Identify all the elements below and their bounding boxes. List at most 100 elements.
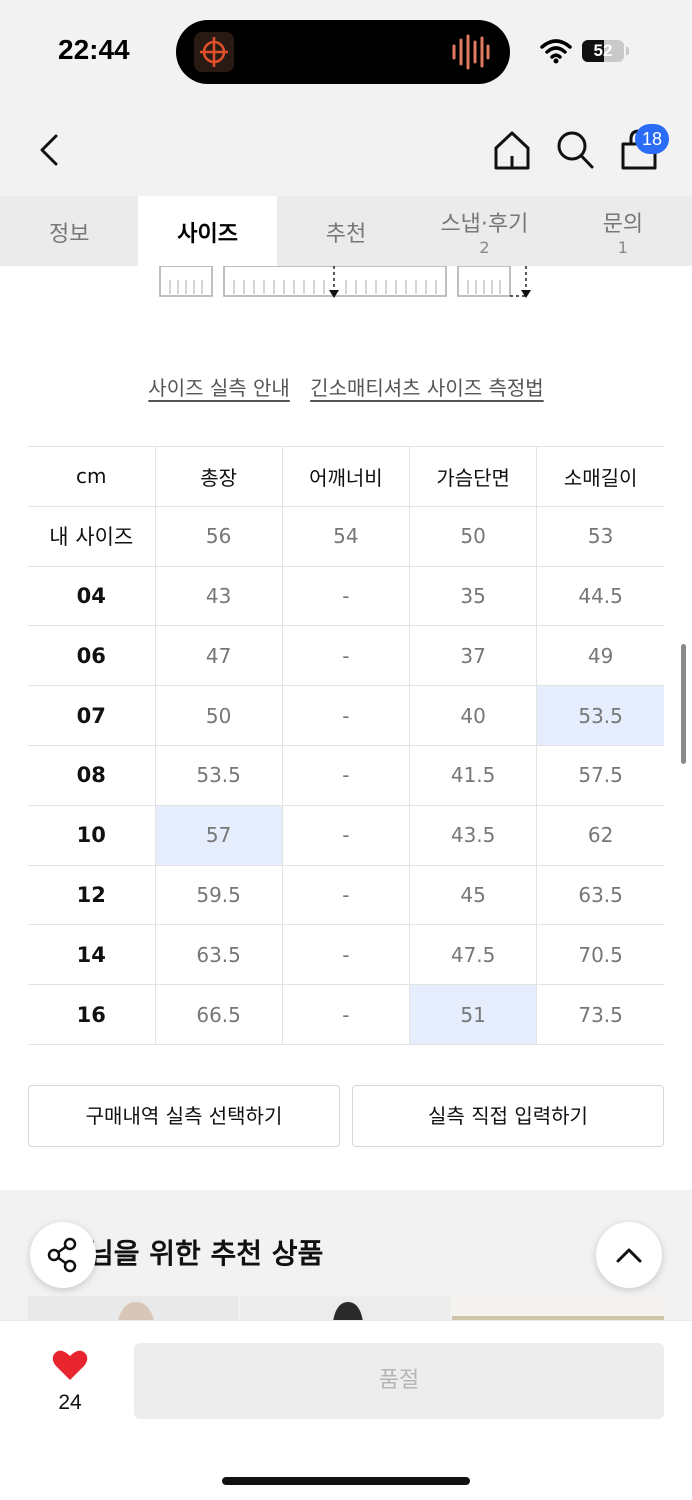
- tab-label: 정보: [48, 222, 90, 247]
- top-navigation: [0, 100, 692, 196]
- tab-inquiry[interactable]: 문의 1: [554, 196, 692, 266]
- table-row: 14 63.5 - 47.5 70.5: [28, 924, 664, 986]
- back-button[interactable]: [30, 128, 70, 172]
- recommendation-section: 님을 위한 추천 상품: [0, 1190, 692, 1330]
- table-cell: 73.5: [536, 984, 664, 1045]
- measurement-diagram: [0, 265, 692, 306]
- row-label: 10: [28, 804, 155, 866]
- long-sleeve-measure-method-link[interactable]: 긴소매티셔츠 사이즈 측정법: [310, 376, 544, 400]
- tab-count: 2: [479, 238, 490, 257]
- battery-icon: 52: [582, 40, 624, 62]
- tab-label: 추천: [325, 222, 367, 247]
- select-purchase-history-button[interactable]: 구매내역 실측 선택하기: [28, 1085, 340, 1147]
- audio-waveform-icon: [450, 34, 490, 70]
- row-label: 06: [28, 625, 155, 687]
- share-button[interactable]: [30, 1222, 96, 1288]
- table-cell: 62: [536, 804, 664, 866]
- like-count: 24: [58, 1391, 82, 1414]
- status-bar: 22:44 52: [0, 0, 692, 100]
- size-measure-guide-link[interactable]: 사이즈 실측 안내: [148, 376, 290, 400]
- table-cell: 44.5: [536, 565, 664, 627]
- table-cell-highlighted: 51: [408, 984, 537, 1045]
- home-indicator: [222, 1477, 470, 1485]
- table-row: 16 66.5 - 51 73.5: [28, 984, 664, 1045]
- size-guide-links: 사이즈 실측 안내 긴소매티셔츠 사이즈 측정법: [0, 372, 692, 401]
- chevron-up-icon: [616, 1248, 642, 1263]
- table-cell: 63.5: [154, 924, 283, 986]
- table-header-row: cm 총장 어깨너비 가슴단면 소매길이: [28, 446, 664, 507]
- row-label: 07: [28, 685, 155, 746]
- table-cell: -: [281, 924, 410, 986]
- table-cell: 43.5: [408, 804, 537, 866]
- table-cell: 47.5: [408, 924, 537, 986]
- like-button[interactable]: 24: [40, 1347, 100, 1414]
- row-label: 08: [28, 744, 155, 806]
- table-cell: -: [281, 744, 410, 806]
- table-cell: 50: [154, 685, 283, 746]
- size-table: cm 총장 어깨너비 가슴단면 소매길이 내 사이즈 56 54 50 53 0…: [28, 446, 664, 1045]
- chevron-left-icon: [40, 134, 58, 166]
- search-button[interactable]: [554, 128, 596, 172]
- table-cell: 40: [408, 685, 537, 746]
- table-cell: 59.5: [154, 864, 283, 926]
- row-label: 12: [28, 864, 155, 926]
- table-row: 06 47 - 37 49: [28, 625, 664, 687]
- status-time: 22:44: [58, 34, 130, 65]
- tab-info[interactable]: 정보: [0, 196, 138, 266]
- table-row: 04 43 - 35 44.5: [28, 565, 664, 627]
- measurement-actions: 구매내역 실측 선택하기 실측 직접 입력하기: [28, 1085, 664, 1147]
- table-cell: 43: [154, 565, 283, 627]
- tab-label: 스냅·후기: [440, 212, 529, 237]
- column-header: 소매길이: [536, 446, 664, 507]
- battery-tip: [626, 47, 629, 55]
- table-cell: 66.5: [154, 984, 283, 1045]
- table-cell: -: [281, 565, 410, 627]
- table-cell-highlighted: 57: [154, 804, 283, 866]
- row-label: 04: [28, 565, 155, 627]
- table-cell-highlighted: 53.5: [536, 685, 664, 746]
- column-header: 어깨너비: [281, 446, 410, 507]
- tab-bar: 정보 사이즈 추천 스냅·후기 2 문의 1: [0, 196, 692, 266]
- table-cell: 53.5: [154, 744, 283, 806]
- live-activity-app-icon: [194, 32, 234, 72]
- battery-level: 52: [593, 41, 613, 60]
- table-cell: 35: [408, 565, 537, 627]
- share-icon: [47, 1237, 77, 1273]
- table-cell: 70.5: [536, 924, 664, 986]
- table-cell: 41.5: [408, 744, 537, 806]
- column-header: 총장: [154, 446, 283, 507]
- heart-icon: [52, 1350, 88, 1380]
- tab-count: 1: [617, 238, 628, 257]
- column-header: cm: [28, 446, 155, 507]
- table-row: 12 59.5 - 45 63.5: [28, 864, 664, 926]
- table-cell: -: [281, 685, 410, 746]
- table-cell: 56: [154, 505, 283, 567]
- table-cell: 37: [408, 625, 537, 687]
- table-cell: 45: [408, 864, 537, 926]
- tab-label: 문의: [602, 212, 644, 237]
- manual-measure-input-button[interactable]: 실측 직접 입력하기: [352, 1085, 664, 1147]
- tab-size[interactable]: 사이즈: [138, 196, 277, 266]
- row-label: 14: [28, 924, 155, 986]
- home-icon: [494, 131, 530, 170]
- column-header: 가슴단면: [408, 446, 537, 507]
- table-cell: 53: [536, 505, 664, 567]
- table-row: 07 50 - 40 53.5: [28, 685, 664, 746]
- table-row: 10 57 - 43.5 62: [28, 804, 664, 866]
- home-button[interactable]: [492, 128, 532, 172]
- scrollbar[interactable]: [681, 644, 686, 764]
- table-row: 08 53.5 - 41.5 57.5: [28, 744, 664, 806]
- table-cell: 54: [281, 505, 410, 567]
- dynamic-island: [176, 20, 510, 84]
- table-cell: 63.5: [536, 864, 664, 926]
- table-cell: 50: [408, 505, 537, 567]
- soldout-button[interactable]: 품절: [134, 1343, 664, 1419]
- scroll-to-top-button[interactable]: [596, 1222, 662, 1288]
- tab-recommend[interactable]: 추천: [277, 196, 415, 266]
- bottom-purchase-bar: 24 품절: [0, 1320, 692, 1500]
- tab-snap-review[interactable]: 스냅·후기 2: [415, 196, 553, 266]
- cart-count-badge: 18: [635, 124, 669, 154]
- row-label: 16: [28, 984, 155, 1045]
- recommendation-title: 님을 위한 추천 상품: [88, 1237, 324, 1270]
- table-row-my-size: 내 사이즈 56 54 50 53: [28, 505, 664, 567]
